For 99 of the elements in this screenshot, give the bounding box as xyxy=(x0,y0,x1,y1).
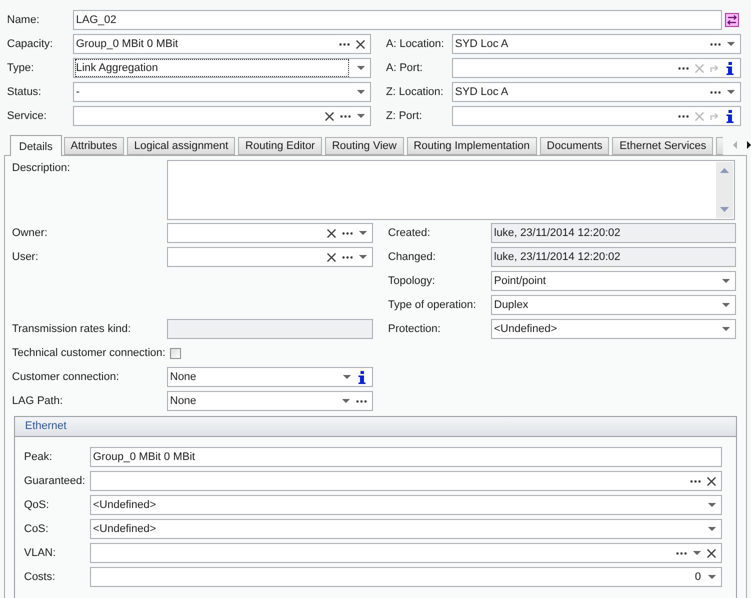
input-field[interactable]: None xyxy=(167,367,373,387)
input-field[interactable]: <Undefined> xyxy=(90,519,722,539)
field-label: Technical customer connection: xyxy=(12,346,166,361)
input-field[interactable]: SYD Loc A xyxy=(452,34,741,54)
info-icon[interactable] xyxy=(726,62,734,74)
dropdown-icon[interactable] xyxy=(357,114,365,118)
field-label: Guaranteed: xyxy=(24,474,86,489)
dropdown-icon[interactable] xyxy=(693,551,701,555)
field-label: A: Location: xyxy=(386,36,446,52)
close-icon[interactable] xyxy=(325,112,334,120)
input-field[interactable]: Group_0 MBit 0 MBit xyxy=(90,447,722,467)
swap-icon[interactable] xyxy=(725,13,739,27)
input-field[interactable] xyxy=(90,543,722,563)
tab[interactable]: Ethernet Services xyxy=(612,137,714,155)
field-label: User: xyxy=(12,250,40,265)
field-label: Z: Location: xyxy=(386,84,444,100)
more-icon[interactable] xyxy=(356,400,367,402)
dropdown-icon[interactable] xyxy=(357,66,365,70)
field-label: Protection: xyxy=(388,322,442,337)
tab[interactable]: Routing Implementation xyxy=(406,137,537,155)
dropdown-icon[interactable] xyxy=(357,90,365,94)
field-label: Changed: xyxy=(388,250,437,265)
field-label: Created: xyxy=(388,226,432,241)
input-field[interactable]: None xyxy=(167,391,373,411)
group-title: Ethernet xyxy=(25,420,67,432)
input-field[interactable]: Group_0 MBit 0 MBit xyxy=(73,34,371,54)
dropdown-icon[interactable] xyxy=(342,399,350,403)
field-label: LAG Path: xyxy=(12,394,64,409)
input-field[interactable] xyxy=(167,223,373,243)
close-icon[interactable] xyxy=(356,40,365,48)
field-label: Capacity: xyxy=(7,36,54,52)
input-field[interactable] xyxy=(90,471,722,491)
tab[interactable]: Documents xyxy=(540,137,610,155)
more-icon[interactable] xyxy=(342,232,353,234)
close-icon[interactable] xyxy=(707,476,716,486)
description-field[interactable] xyxy=(167,160,735,220)
input-field[interactable]: LAG_02 xyxy=(73,10,722,30)
field-label: Transmission rates kind: xyxy=(12,322,132,337)
field-label: Z: Port: xyxy=(386,108,424,124)
info-icon[interactable] xyxy=(358,370,366,384)
more-icon[interactable] xyxy=(342,256,353,258)
input-field[interactable] xyxy=(452,58,741,78)
more-icon[interactable] xyxy=(340,114,351,118)
more-icon[interactable] xyxy=(710,42,721,46)
input-field[interactable]: - xyxy=(73,82,371,102)
more-icon[interactable] xyxy=(676,552,687,554)
info-icon[interactable] xyxy=(726,110,734,122)
more-icon[interactable] xyxy=(678,66,689,70)
input-field[interactable]: 0 xyxy=(90,567,722,587)
dropdown-icon[interactable] xyxy=(727,42,735,46)
tab[interactable]: Details xyxy=(10,135,62,156)
scroll-right-icon[interactable] xyxy=(746,141,751,149)
tab[interactable]: Logical assignment xyxy=(127,137,236,155)
input-field[interactable]: <Undefined> xyxy=(90,495,722,515)
close-icon[interactable] xyxy=(327,252,336,262)
field-label: Peak: xyxy=(24,450,54,465)
field-label: Topology: xyxy=(388,274,436,289)
input-field[interactable]: Duplex xyxy=(491,295,736,315)
dropdown-icon[interactable] xyxy=(708,527,716,531)
dropdown-icon[interactable] xyxy=(722,303,730,307)
input-field[interactable]: <Undefined> xyxy=(491,319,736,339)
dropdown-icon[interactable] xyxy=(722,279,730,283)
dropdown-icon[interactable] xyxy=(359,231,367,235)
field-label: Type of operation: xyxy=(388,298,478,313)
tab[interactable]: Routing View xyxy=(324,137,404,155)
field-label: Description: xyxy=(12,161,72,176)
input-field[interactable] xyxy=(73,106,371,126)
field-label: CoS: xyxy=(24,522,50,537)
more-icon[interactable] xyxy=(710,90,721,94)
field-label: Owner: xyxy=(12,226,48,241)
dropdown-icon[interactable] xyxy=(727,90,735,94)
field-label: Status: xyxy=(7,84,42,100)
dropdown-icon[interactable] xyxy=(359,255,367,259)
more-icon[interactable] xyxy=(678,114,689,118)
field-label: Type: xyxy=(7,60,35,76)
scrollbar[interactable] xyxy=(716,162,733,218)
field-label: Customer connection: xyxy=(12,370,120,385)
dropdown-icon[interactable] xyxy=(343,375,351,379)
field-label: Service: xyxy=(7,108,48,124)
input-field[interactable]: SYD Loc A xyxy=(452,82,741,102)
dropdown-icon[interactable] xyxy=(722,327,730,331)
field-label: QoS: xyxy=(24,498,50,513)
input-field[interactable] xyxy=(167,247,373,267)
field-label: Name: xyxy=(7,12,40,28)
input-field[interactable] xyxy=(452,106,741,126)
close-icon[interactable] xyxy=(327,228,336,238)
field-label: A: Port: xyxy=(386,60,424,76)
checkbox[interactable] xyxy=(170,348,182,358)
more-icon[interactable] xyxy=(690,480,701,482)
tab[interactable]: Attributes xyxy=(64,137,124,155)
dropdown-icon[interactable] xyxy=(708,503,716,507)
input-field[interactable]: Point/point xyxy=(491,271,736,291)
field-label: Costs: xyxy=(24,570,56,585)
input-field[interactable]: Link Aggregation xyxy=(73,58,371,78)
more-icon[interactable] xyxy=(339,42,350,46)
tab[interactable]: Routing Editor xyxy=(238,137,322,155)
field-label: VLAN: xyxy=(24,546,57,561)
dropdown-icon[interactable] xyxy=(708,575,716,579)
close-icon[interactable] xyxy=(707,548,716,558)
